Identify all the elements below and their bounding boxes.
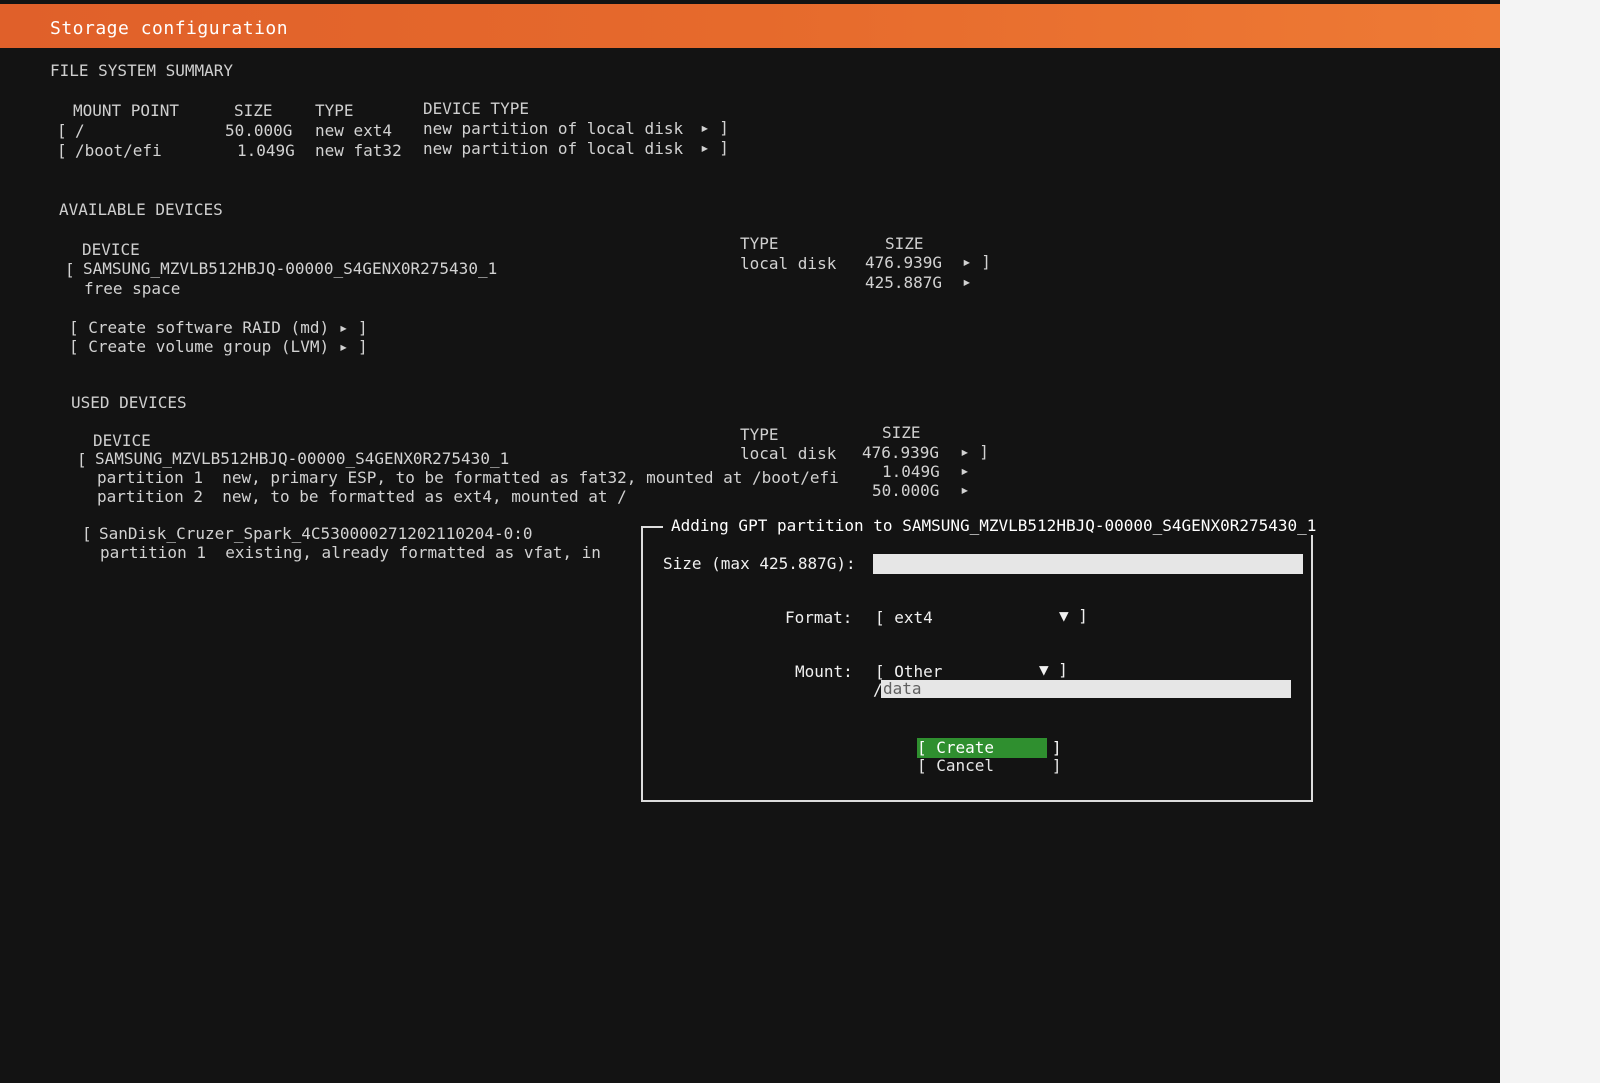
device-name: SanDisk_Cruzer_Spark_4C53000027120211020… [99,524,533,543]
row-bracket: [ [82,524,92,543]
mount-point: / [75,121,85,140]
expand-arrow-icon: ▸ ] [962,252,991,271]
chevron-down-icon: ▼ ] [1039,660,1068,679]
format-value: [ ext4 [875,608,933,627]
fs-col-device-type: DEVICE TYPE [423,99,529,118]
partition-description: partition 1 new, primary ESP, to be form… [97,468,839,487]
mount-label: Mount: [795,662,853,681]
device-name: SAMSUNG_MZVLB512HBJQ-00000_S4GENX0R27543… [83,259,498,278]
title-bar: Storage configuration [0,4,1500,48]
usb-partition-description: partition 1 existing, already formatted … [100,543,601,562]
fs-col-size: SIZE [234,101,273,120]
create-raid-button[interactable]: [ Create software RAID (md) ▸ ] [69,318,368,338]
fs-col-type: TYPE [315,101,354,120]
expand-arrow-icon: ▸ ] [700,118,729,137]
expand-arrow-icon: ▸ [960,480,970,499]
format-label: Format: [785,608,853,627]
partition-description: partition 2 new, to be formatted as ext4… [97,487,627,506]
mount-point: /boot/efi [75,141,162,160]
expand-arrow-icon: ▸ ] [700,138,729,157]
create-button[interactable]: [ Create ] [917,738,1062,758]
size-label: Size (max 425.887G): [663,554,856,573]
dialog-title: Adding GPT partition to SAMSUNG_MZVLB512… [663,516,1325,535]
free-space-size: 425.887G [865,273,943,292]
add-partition-dialog: Adding GPT partition to SAMSUNG_MZVLB512… [641,516,1325,802]
expand-arrow-icon: ▸ ] [960,442,989,461]
fs-summary-heading: FILE SYSTEM SUMMARY [50,61,234,80]
used-col-device: DEVICE [93,431,151,450]
used-col-type: TYPE [740,425,779,444]
chevron-down-icon: ▼ ] [1059,606,1088,625]
create-lvm-button[interactable]: [ Create volume group (LVM) ▸ ] [69,337,368,357]
device-type: local disk [740,254,837,273]
row-bracket: [ [77,450,87,469]
installer-screen: Storage configuration FILE SYSTEM SUMMAR… [0,0,1500,1083]
expand-arrow-icon: ▸ [960,461,970,480]
fs-device-type: new partition of local disk [423,139,684,158]
fs-size: 1.049G [237,141,295,160]
device-size: 476.939G [862,443,940,462]
size-input[interactable] [873,554,1303,574]
partition-size: 50.000G [872,481,940,500]
fs-size: 50.000G [225,121,293,140]
used-col-size: SIZE [882,423,921,442]
fs-device-type: new partition of local disk [423,119,684,138]
avail-col-size: SIZE [885,234,924,253]
avail-col-device: DEVICE [82,240,140,259]
row-bracket: [ [57,141,67,160]
fs-type: new fat32 [315,141,402,160]
avail-col-type: TYPE [740,234,779,253]
row-bracket: [ [65,260,75,279]
device-size: 476.939G [865,253,943,272]
device-type: local disk [740,444,837,463]
fs-col-mount: MOUNT POINT [73,101,179,120]
row-bracket: [ [57,121,67,140]
fs-type: new ext4 [315,121,393,140]
used-devices-heading: USED DEVICES [71,393,187,412]
expand-arrow-icon: ▸ [962,272,972,291]
mount-path-value: data [883,679,922,698]
available-devices-heading: AVAILABLE DEVICES [59,200,223,219]
mount-path-input[interactable]: data [881,679,1291,698]
device-name: SAMSUNG_MZVLB512HBJQ-00000_S4GENX0R27543… [95,449,510,468]
screen-title: Storage configuration [50,18,289,39]
partition-size: 1.049G [882,462,940,481]
cancel-button[interactable]: [ Cancel ] [917,756,1062,776]
free-space-label: free space [84,279,181,298]
